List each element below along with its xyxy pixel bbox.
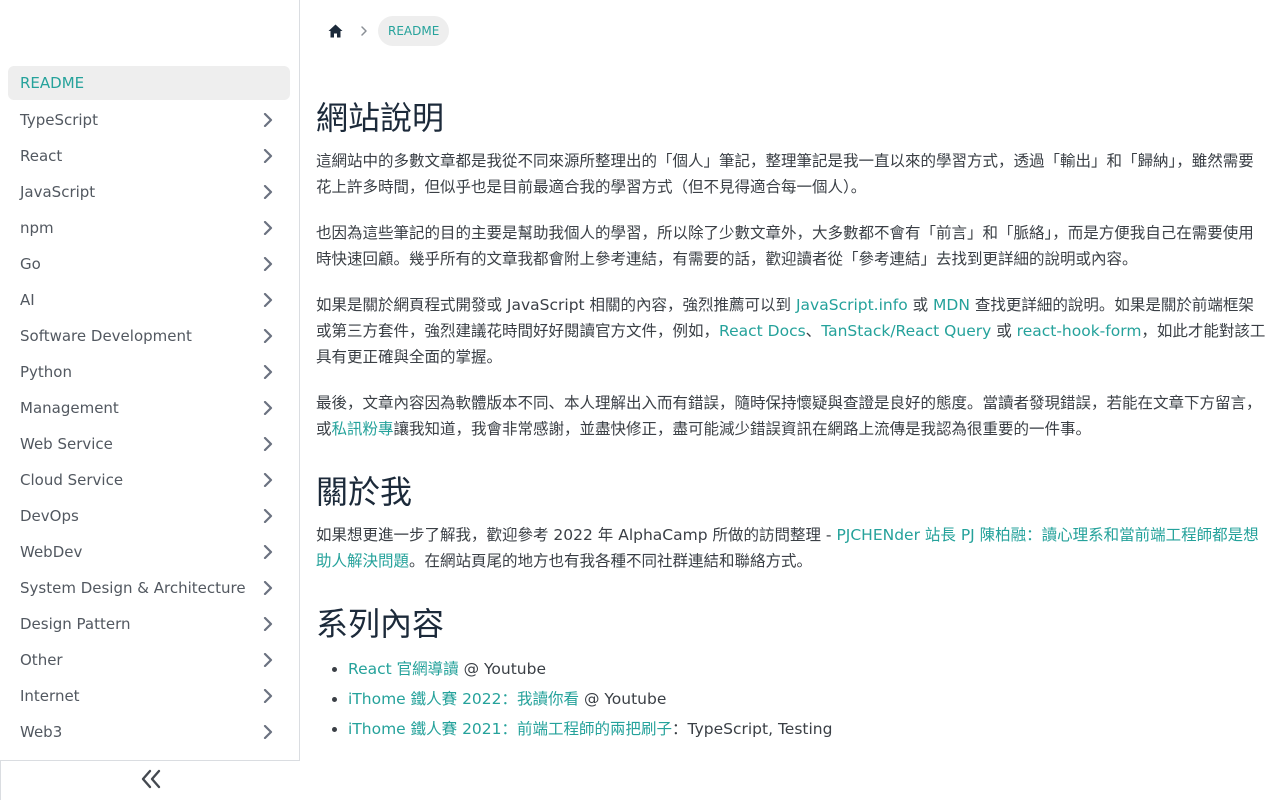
sidebar-item-label: System Design & Architecture bbox=[20, 579, 246, 597]
sidebar-item-label: Software Development bbox=[20, 327, 192, 345]
text: 讓我知道，我會非常感謝，並盡快修正，盡可能減少錯誤資訊在網路上流傳是我認為很重要… bbox=[393, 420, 1092, 438]
text: 。在網站頁尾的地方也有我各種不同社群連結和聯絡方式。 bbox=[409, 552, 813, 570]
chevron-right-icon[interactable] bbox=[258, 218, 278, 238]
chevron-right-icon[interactable] bbox=[258, 146, 278, 166]
link-react-hook-form[interactable]: react-hook-form bbox=[1017, 322, 1142, 340]
sidebar-item-react[interactable]: React bbox=[8, 138, 290, 174]
article: 網站說明 這網站中的多數文章都是我從不同來源所整理出的「個人」筆記，整理筆記是我… bbox=[316, 96, 1266, 744]
sidebar-item-label: Go bbox=[20, 255, 41, 273]
sidebar-item-readme[interactable]: README bbox=[8, 66, 290, 100]
sidebar-item-label: Management bbox=[20, 399, 119, 417]
series-list: React 官網導讀 @ Youtube iThome 鐵人賽 2022：我讀你… bbox=[316, 654, 1266, 744]
text: 如果想更進一步了解我，歡迎參考 2022 年 AlphaCamp 所做的訪問整理… bbox=[316, 526, 837, 544]
sidebar-item-label: DevOps bbox=[20, 507, 79, 525]
link-javascript-info[interactable]: JavaScript.info bbox=[796, 296, 908, 314]
sidebar-item-label: Design Pattern bbox=[20, 615, 131, 633]
chevron-right-icon[interactable] bbox=[258, 326, 278, 346]
sidebar-item-label: TypeScript bbox=[20, 111, 98, 129]
sidebar-item-label: Web Service bbox=[20, 435, 113, 453]
double-chevron-left-icon bbox=[140, 769, 162, 793]
sidebar-item-web-service[interactable]: Web Service bbox=[8, 426, 290, 462]
chevron-right-icon[interactable] bbox=[258, 434, 278, 454]
sidebar-item-design-pattern[interactable]: Design Pattern bbox=[8, 606, 290, 642]
link-fanpage-message[interactable]: 私訊粉專 bbox=[332, 420, 394, 438]
sidebar-item-go[interactable]: Go bbox=[8, 246, 290, 282]
chevron-right-icon[interactable] bbox=[258, 110, 278, 130]
chevron-right-icon[interactable] bbox=[258, 398, 278, 418]
paragraph-intro: 這網站中的多數文章都是我從不同來源所整理出的「個人」筆記，整理筆記是我一直以來的… bbox=[316, 152, 1254, 196]
sidebar-item-other[interactable]: Other bbox=[8, 642, 290, 678]
heading-series: 系列內容 bbox=[316, 605, 445, 643]
sidebar-item-label: README bbox=[20, 74, 85, 92]
sidebar-item-javascript[interactable]: JavaScript bbox=[8, 174, 290, 210]
sidebar-item-python[interactable]: Python bbox=[8, 354, 290, 390]
chevron-right-icon[interactable] bbox=[258, 182, 278, 202]
chevron-right-icon[interactable] bbox=[258, 542, 278, 562]
breadcrumb-current: README bbox=[378, 16, 450, 46]
link-series[interactable]: iThome 鐵人賽 2022：我讀你看 bbox=[348, 690, 579, 708]
sidebar-item-label: Cloud Service bbox=[20, 471, 124, 489]
paragraph-errata: 最後，文章內容因為軟體版本不同、本人理解出入而有錯誤，隨時保持懷疑與查證是良好的… bbox=[316, 390, 1266, 442]
text: 或 bbox=[907, 296, 934, 314]
sidebar-item-software-development[interactable]: Software Development bbox=[8, 318, 290, 354]
text: 、 bbox=[805, 322, 822, 340]
heading-about: 關於我 bbox=[316, 473, 413, 511]
text: @ Youtube bbox=[458, 660, 546, 678]
sidebar-item-label: AI bbox=[20, 291, 35, 309]
chevron-right-icon[interactable] bbox=[258, 254, 278, 274]
chevron-right-icon[interactable] bbox=[258, 614, 278, 634]
link-series[interactable]: React 官網導讀 bbox=[348, 660, 459, 678]
text: @ Youtube bbox=[579, 690, 667, 708]
collapse-sidebar-button[interactable] bbox=[0, 760, 300, 800]
sidebar-item-label: JavaScript bbox=[20, 183, 96, 201]
list-item: React 官網導讀 @ Youtube bbox=[348, 654, 1266, 684]
chevron-right-icon[interactable] bbox=[258, 506, 278, 526]
sidebar-item-devops[interactable]: DevOps bbox=[8, 498, 290, 534]
chevron-right-icon[interactable] bbox=[258, 722, 278, 742]
home-icon[interactable] bbox=[320, 16, 350, 46]
chevron-right-icon[interactable] bbox=[258, 686, 278, 706]
sidebar-item-label: Python bbox=[20, 363, 72, 381]
sidebar-item-typescript[interactable]: TypeScript bbox=[8, 102, 290, 138]
sidebar-item-cloud-service[interactable]: Cloud Service bbox=[8, 462, 290, 498]
link-tanstack-query[interactable]: TanStack/React Query bbox=[821, 322, 991, 340]
paragraph-about: 如果想更進一步了解我，歡迎參考 2022 年 AlphaCamp 所做的訪問整理… bbox=[316, 522, 1266, 574]
sidebar-item-ai[interactable]: AI bbox=[8, 282, 290, 318]
sidebar-item-label: npm bbox=[20, 219, 54, 237]
page-title: 網站說明 bbox=[316, 99, 445, 137]
link-series[interactable]: iThome 鐵人賽 2021：前端工程師的兩把刷子 bbox=[348, 720, 672, 738]
link-mdn[interactable]: MDN bbox=[933, 296, 970, 314]
link-react-docs[interactable]: React Docs bbox=[719, 322, 806, 340]
sidebar-item-label: Internet bbox=[20, 687, 80, 705]
sidebar-menu: README TypeScript React JavaScript npm G… bbox=[8, 66, 290, 750]
text: 或 bbox=[991, 322, 1017, 340]
main-content: README 網站說明 這網站中的多數文章都是我從不同來源所整理出的「個人」筆記… bbox=[300, 0, 1280, 800]
chevron-right-icon[interactable] bbox=[258, 362, 278, 382]
sidebar-item-system-design[interactable]: System Design & Architecture bbox=[8, 570, 290, 606]
sidebar-item-web3[interactable]: Web3 bbox=[8, 714, 290, 750]
breadcrumb: README bbox=[320, 16, 450, 46]
chevron-right-icon[interactable] bbox=[258, 290, 278, 310]
sidebar: README TypeScript React JavaScript npm G… bbox=[0, 0, 300, 800]
sidebar-item-management[interactable]: Management bbox=[8, 390, 290, 426]
text: 如果是關於網頁程式開發或 JavaScript 相關的內容，強烈推薦可以到 bbox=[316, 296, 796, 314]
text: ：TypeScript, Testing bbox=[672, 720, 833, 738]
paragraph-purpose: 也因為這些筆記的目的主要是幫助我個人的學習，所以除了少數文章外，大多數都不會有「… bbox=[316, 224, 1254, 268]
chevron-right-icon[interactable] bbox=[258, 578, 278, 598]
chevron-right-icon[interactable] bbox=[258, 470, 278, 490]
list-item: iThome 鐵人賽 2021：前端工程師的兩把刷子：TypeScript, T… bbox=[348, 714, 1266, 744]
sidebar-item-label: Other bbox=[20, 651, 63, 669]
sidebar-item-npm[interactable]: npm bbox=[8, 210, 290, 246]
chevron-right-icon bbox=[350, 25, 378, 37]
sidebar-item-label: WebDev bbox=[20, 543, 83, 561]
sidebar-item-label: Web3 bbox=[20, 723, 63, 741]
paragraph-references: 如果是關於網頁程式開發或 JavaScript 相關的內容，強烈推薦可以到 Ja… bbox=[316, 292, 1266, 370]
list-item: iThome 鐵人賽 2022：我讀你看 @ Youtube bbox=[348, 684, 1266, 714]
sidebar-item-webdev[interactable]: WebDev bbox=[8, 534, 290, 570]
chevron-right-icon[interactable] bbox=[258, 650, 278, 670]
sidebar-item-internet[interactable]: Internet bbox=[8, 678, 290, 714]
sidebar-item-label: React bbox=[20, 147, 63, 165]
